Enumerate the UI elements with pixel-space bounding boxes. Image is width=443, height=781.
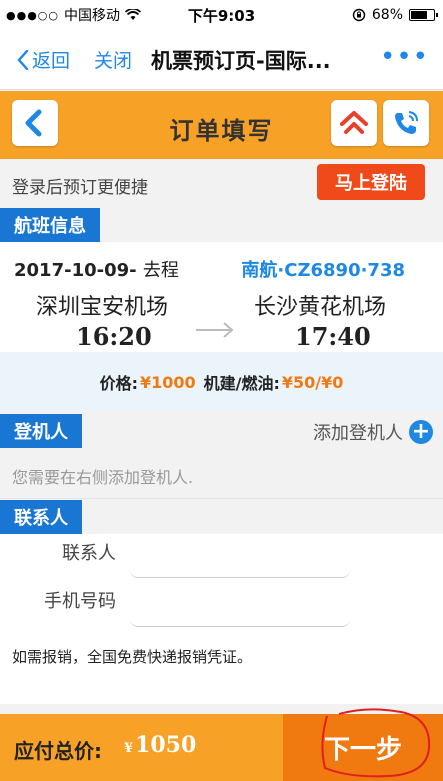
phone-label: 手机号码 [44,591,116,612]
depart-time: 16:20 [76,322,152,351]
flight-number: 南航·CZ6890·738 [241,260,405,281]
contact-form: 联系人 手机号码 如需报销，全国免费快递报销凭证。 [0,534,443,704]
trip-type: 去程 [142,260,179,281]
flight-info-tag: 航班信息 [0,208,100,242]
price-value: ¥1000 [139,372,196,392]
login-button[interactable]: 马上登陆 [317,164,425,200]
total-value: 1050 [135,732,197,758]
flight-date-value: 2017-10-09- [14,260,137,281]
next-step-button[interactable]: 下一步 [283,714,443,781]
status-bar: ●●●○○ 中国移动 下午9:03 68% [0,0,443,30]
status-right: 68% [352,7,438,23]
battery-percent: 68% [371,7,403,23]
total-amount: ¥1050 [124,732,196,758]
back-label: 返回 [32,50,71,72]
login-hint-text: 登录后预订更便捷 [12,178,148,198]
close-button[interactable]: 关闭 [94,46,132,73]
call-button[interactable] [383,100,429,146]
chevron-left-icon [17,49,29,70]
depart-airport: 深圳宝安机场 [36,295,169,320]
arrive-time: 17:40 [295,322,371,351]
price-label: 价格: [99,374,138,393]
arrive-airport: 长沙黄花机场 [254,295,387,320]
page-title: 机票预订页-国际... [151,49,331,73]
passenger-hint-row: 您需要在右侧添加登机人. [0,451,443,499]
contact-name-label: 联系人 [62,543,116,564]
home-icon [340,111,368,134]
fee-label: 机建/燃油: [203,374,280,393]
reimbursement-note: 如需报销，全国免费快递报销凭证。 [12,648,253,666]
home-button[interactable] [331,100,377,146]
flight-card: 2017-10-09- 去程 南航·CZ6890·738 深圳宝安机场 16:2… [0,242,443,352]
footer-bar: 应付总价: ¥1050 下一步 [0,714,443,781]
total-label: 应付总价: [14,739,102,763]
more-button[interactable]: ••• [380,42,429,72]
passenger-tag: 登机人 [0,414,82,448]
plus-icon: + [409,420,433,444]
rotation-lock-icon [352,8,366,22]
price-row: 价格: ¥1000 机建/燃油: ¥50/¥0 [0,353,443,411]
add-passenger-label: 添加登机人 [313,423,403,444]
login-prompt: 登录后预订更便捷 马上登陆 [0,159,443,207]
flight-date: 2017-10-09- 去程 [14,256,179,282]
back-button[interactable]: 返回 [16,46,70,73]
contact-name-input[interactable] [130,546,350,578]
fee-value: ¥50/¥0 [281,372,344,392]
order-header: 订单填写 [0,91,443,159]
passenger-bar: 登机人 添加登机人 + [0,411,443,451]
currency-symbol: ¥ [124,741,134,756]
phone-input[interactable] [130,595,350,627]
contact-tag: 联系人 [0,500,82,534]
add-passenger-button[interactable]: 添加登机人 + [313,419,433,445]
battery-icon [409,9,438,21]
nav-bar: 返回 关闭 机票预订页-国际... ••• [0,30,443,90]
passenger-hint: 您需要在右侧添加登机人. [12,468,194,487]
arrow-right-icon [196,322,234,338]
phone-icon [395,111,418,134]
